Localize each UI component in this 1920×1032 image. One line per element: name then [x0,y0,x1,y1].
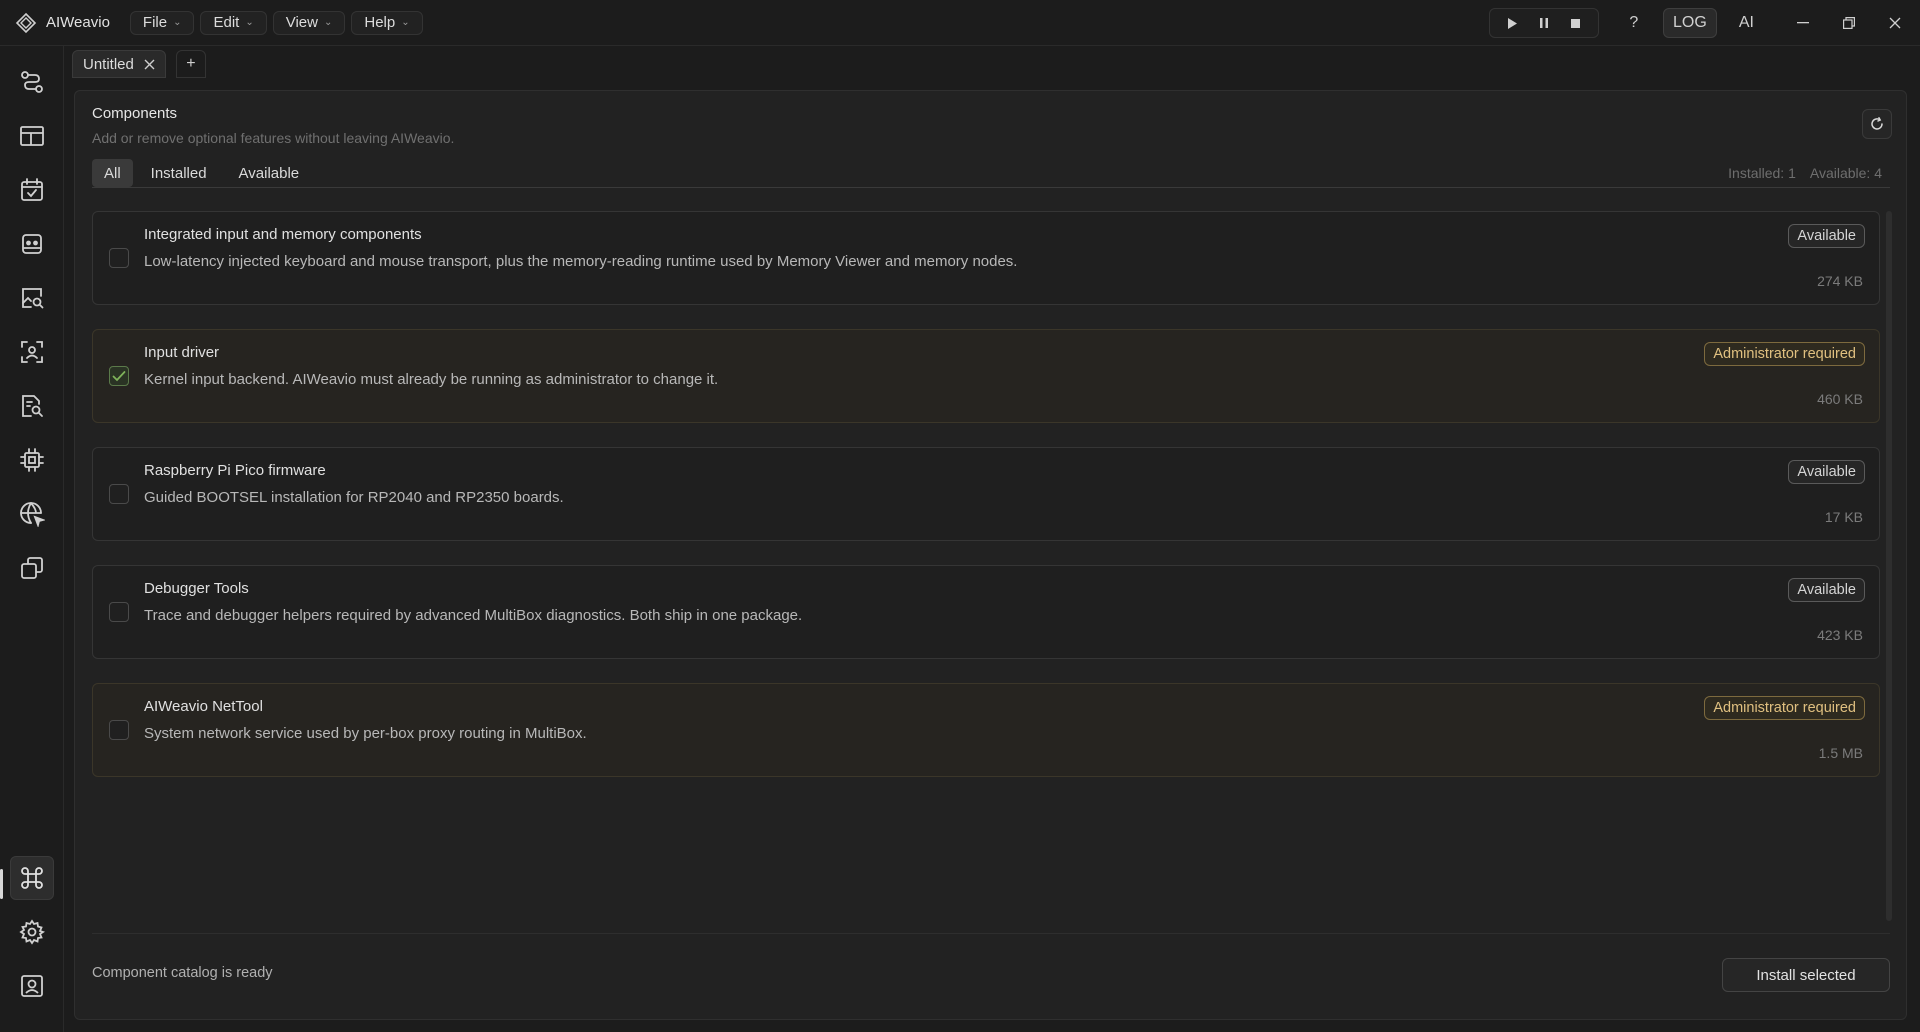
divider [92,187,1890,188]
chip-icon[interactable] [10,438,54,482]
status-text: Component catalog is ready [92,965,273,981]
component-size: 423 KB [1817,627,1863,643]
file-search-icon[interactable] [10,384,54,428]
refresh-icon [1870,117,1884,131]
document-tab[interactable]: Untitled [72,50,166,78]
title-bar-actions: ? LOG AI [1488,0,1920,46]
sidebar [0,46,64,1032]
menu-file[interactable]: File ⌄ [129,10,195,35]
status-badge: Available [1788,224,1865,248]
component-title: Raspberry Pi Pico firmware [144,462,326,479]
menu-help[interactable]: Help ⌄ [351,10,423,35]
component-title: AIWeavio NetTool [144,698,263,715]
active-indicator [0,869,3,899]
help-button[interactable]: ? [1619,8,1649,38]
component-size: 460 KB [1817,391,1863,407]
status-badge: Administrator required [1704,342,1865,366]
flow-icon[interactable] [10,60,54,104]
component-description: Low-latency injected keyboard and mouse … [144,253,1018,270]
chevron-down-icon: ⌄ [173,17,182,28]
component-title: Debugger Tools [144,580,249,597]
chevron-down-icon: ⌄ [323,17,333,28]
page-subtitle: Add or remove optional features without … [92,130,455,146]
component-size: 1.5 MB [1818,745,1863,761]
component-card: AIWeavio NetTool System network service … [92,683,1880,777]
tab-available[interactable]: Available [225,159,314,187]
component-card: Debugger Tools Trace and debugger helper… [92,565,1880,659]
menu-bar: File ⌄ Edit ⌄ View ⌄ Help ⌄ [129,10,423,35]
component-title: Input driver [144,344,220,361]
command-icon[interactable] [10,856,54,900]
windows-icon[interactable] [10,546,54,590]
component-description: Kernel input backend. AIWeavio must alre… [144,371,719,388]
restore-icon[interactable] [1826,0,1872,46]
robot-icon[interactable] [10,222,54,266]
scrollbar[interactable] [1886,211,1892,921]
face-scan-icon[interactable] [10,330,54,374]
image-search-icon[interactable] [10,276,54,320]
tab-installed[interactable]: Installed [137,159,221,187]
status-badge: Available [1788,578,1865,602]
close-icon[interactable] [1872,0,1918,46]
component-card: Input driver Kernel input backend. AIWea… [92,329,1880,423]
menu-edit[interactable]: Edit ⌄ [200,10,267,35]
component-title: Integrated input and memory components [144,226,422,243]
stop-icon[interactable] [1560,9,1592,37]
menu-view[interactable]: View ⌄ [272,10,346,35]
refresh-button[interactable] [1862,109,1892,139]
chevron-down-icon: ⌄ [245,17,254,28]
account-icon[interactable] [10,964,54,1008]
close-tab-icon[interactable] [144,59,155,70]
app-name: AIWeavio [46,14,110,31]
component-size: 274 KB [1817,273,1863,289]
component-description: System network service used by per-box p… [144,725,587,742]
component-checkbox[interactable] [109,720,129,740]
divider [92,933,1890,934]
component-checkbox[interactable] [109,484,129,504]
status-badge: Available [1788,460,1865,484]
check-icon [112,370,126,382]
minimize-icon[interactable] [1780,0,1826,46]
layout-icon[interactable] [10,114,54,158]
filter-tabs: All Installed Available [92,159,313,187]
run-controls [1488,8,1599,38]
components-panel: Components Add or remove optional featur… [74,90,1907,1020]
available-count: Available: 4 [1809,165,1882,181]
settings-icon[interactable] [10,910,54,954]
installed-count: Installed: 1 [1728,165,1796,181]
calendar-check-icon[interactable] [10,168,54,212]
title-bar: AIWeavio File ⌄ Edit ⌄ View ⌄ Help ⌄ ? LOG A… [0,0,1920,46]
menu-label: File [142,14,168,31]
document-tab-strip: Untitled + [64,46,1920,82]
play-icon[interactable] [1496,9,1528,37]
page-title: Components [92,105,178,122]
component-description: Trace and debugger helpers required by a… [144,607,803,624]
pause-icon[interactable] [1528,9,1560,37]
document-tab-label: Untitled [83,55,134,73]
chevron-down-icon: ⌄ [401,17,410,28]
component-counts: Installed: 1 Available: 4 [1728,165,1882,181]
install-selected-button[interactable]: Install selected [1722,958,1890,992]
component-checkbox[interactable] [109,248,129,268]
tab-all[interactable]: All [92,159,133,187]
globe-cursor-icon[interactable] [10,492,54,536]
component-card: Integrated input and memory components L… [92,211,1880,305]
menu-label: Edit [213,14,240,31]
component-checkbox[interactable] [109,366,129,386]
app-logo-icon [14,11,38,35]
component-size: 17 KB [1824,509,1863,525]
status-badge: Administrator required [1704,696,1865,720]
ai-button[interactable]: AI [1731,8,1762,38]
menu-label: View [285,14,318,31]
add-tab-button[interactable]: + [175,50,206,78]
menu-label: Help [364,14,396,31]
log-button[interactable]: LOG [1662,8,1717,38]
component-card: Raspberry Pi Pico firmware Guided BOOTSE… [92,447,1880,541]
component-description: Guided BOOTSEL installation for RP2040 a… [144,489,564,506]
component-checkbox[interactable] [109,602,129,622]
